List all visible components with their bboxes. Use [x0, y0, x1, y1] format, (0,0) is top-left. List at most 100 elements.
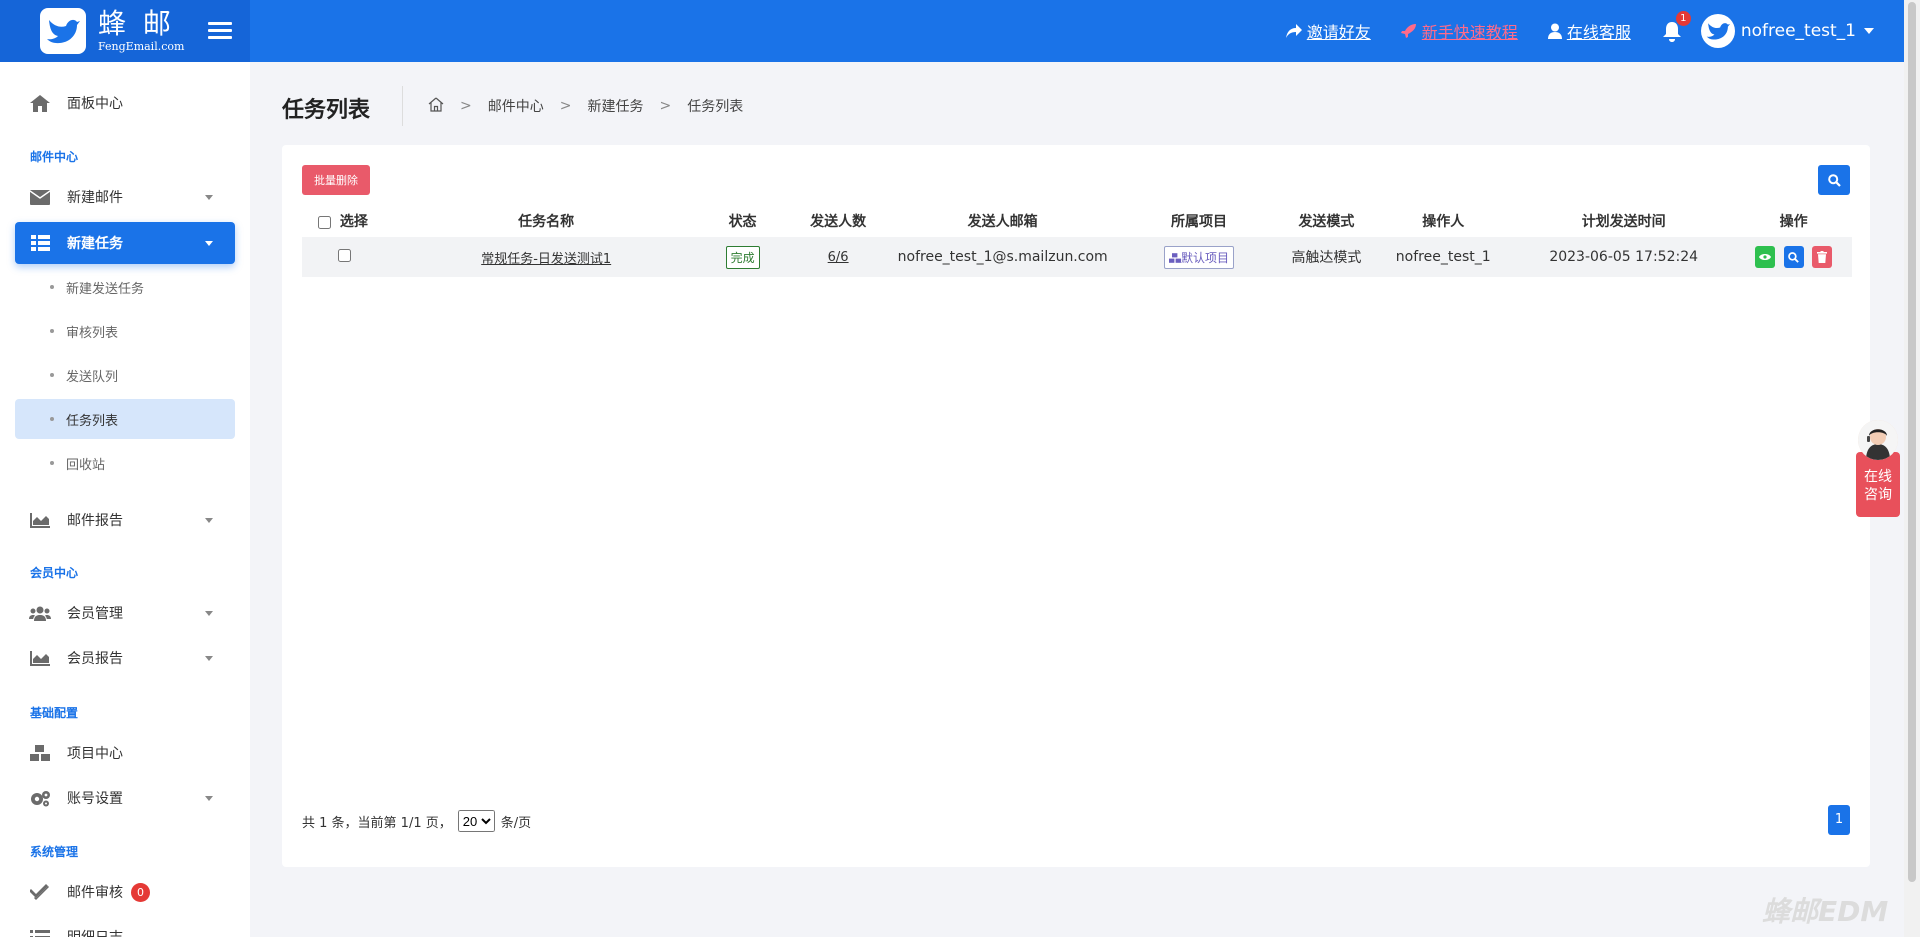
project-label: 默认项目	[1181, 250, 1230, 265]
section-title-mail: 邮件中心	[30, 150, 79, 164]
sidebar-sub-task-list[interactable]: 任务列表	[15, 399, 235, 439]
sidebar-item-member-report[interactable]: 会员报告	[15, 637, 235, 679]
breadcrumb-item[interactable]: 新建任务	[587, 96, 643, 116]
sidebar-label: 新建任务	[67, 236, 123, 252]
invite-link[interactable]: 邀请好友	[1285, 19, 1371, 43]
detail-search-button[interactable]	[1783, 246, 1804, 268]
section-title-member: 会员中心	[30, 566, 79, 580]
boxes-icon	[1169, 252, 1182, 263]
column-label: 选择	[339, 214, 368, 230]
sidebar-label: 账号设置	[67, 791, 123, 807]
table-header-row: 选择 任务名称 状态 发送人数 发送人邮箱 所属项目 发送模式 操作人 计划发送…	[302, 205, 1852, 237]
scrollbar-thumb[interactable]	[1908, 2, 1916, 882]
cogs-icon	[29, 789, 51, 807]
sidebar-sub-new-send-task[interactable]: 新建发送任务	[15, 267, 235, 307]
cell-time: 2023-06-05 17:52:24	[1549, 249, 1699, 265]
chevron-down-icon	[205, 655, 213, 661]
column-header-sender: 发送人邮箱	[967, 214, 1038, 230]
support-label: 在线客服	[1566, 23, 1631, 42]
page-number-button[interactable]: 1	[1828, 805, 1850, 835]
sidebar-item-member-manage[interactable]: 会员管理	[15, 592, 235, 634]
sidebar-label: 邮件报告	[67, 513, 123, 529]
project-tag: 默认项目	[1164, 245, 1235, 269]
cell-status: 完成	[695, 237, 791, 277]
users-icon	[29, 604, 51, 622]
support-link[interactable]: 在线客服	[1547, 19, 1631, 43]
table-row: 常规任务-日发送测试1 完成 6/6 nofree_test_1@s.mailz…	[302, 237, 1852, 277]
share-icon	[1285, 24, 1302, 38]
sidebar-item-mail-review[interactable]: 邮件审核 0	[15, 871, 235, 913]
column-header-project: 所属项目	[1171, 214, 1228, 230]
column-header-select: 选择	[302, 205, 398, 237]
home-icon	[29, 94, 51, 112]
sidebar-item-detail-log[interactable]: 明细日志	[15, 916, 235, 937]
sidebar-label: 面板中心	[67, 96, 123, 112]
vertical-scrollbar[interactable]	[1904, 0, 1920, 937]
chevron-down-icon	[205, 194, 213, 200]
sidebar-item-new-task[interactable]: 新建任务	[15, 222, 235, 264]
eye-icon	[1759, 254, 1772, 260]
sidebar-item-new-mail[interactable]: 新建邮件	[15, 176, 235, 218]
row-checkbox[interactable]	[338, 248, 351, 262]
tutorial-label: 新手快速教程	[1421, 23, 1518, 42]
logo-text: 蜂 邮 FengEmail.com	[98, 10, 184, 53]
cell-select	[302, 237, 398, 277]
view-button[interactable]	[1755, 246, 1776, 268]
sidebar-label: 邮件审核	[67, 885, 123, 901]
menu-toggle-icon[interactable]	[208, 18, 232, 42]
header-right: 邀请好友 新手快速教程 在线客服 1 nofree_test_1	[1256, 0, 1904, 62]
username: nofree_test_1	[1740, 21, 1856, 41]
task-list-card: 批量删除 选择 任务名称 状态 发送人数 发送人邮箱 所属项目 发送模式 操作人…	[282, 145, 1870, 867]
sidebar-item-dashboard[interactable]: 面板中心	[15, 82, 235, 124]
user-menu[interactable]: nofree_test_1	[1700, 14, 1874, 48]
search-button[interactable]	[1818, 165, 1850, 195]
consult-box: 在线 咨询	[1856, 452, 1900, 517]
page-title: 任务列表	[282, 98, 371, 123]
chevron-down-icon	[1864, 28, 1874, 34]
column-header-status: 状态	[728, 214, 757, 230]
task-name-link[interactable]: 常规任务-日发送测试1	[481, 252, 611, 267]
sidebar-sub-review-list[interactable]: 审核列表	[15, 311, 235, 351]
select-all-checkbox[interactable]	[318, 215, 331, 229]
online-consult-widget[interactable]: 在线 咨询	[1856, 420, 1900, 517]
tutorial-link[interactable]: 新手快速教程	[1400, 19, 1518, 43]
double-check-icon	[29, 883, 51, 901]
sidebar-item-account-settings[interactable]: 账号设置	[15, 777, 235, 819]
chevron-down-icon	[205, 795, 213, 801]
chevron-down-icon	[205, 240, 213, 246]
column-header-actions: 操作	[1779, 214, 1808, 230]
user-icon	[1547, 23, 1562, 39]
chevron-right-icon: >	[659, 98, 672, 114]
area-chart-icon	[29, 649, 51, 667]
page-size-select[interactable]: 20	[457, 810, 495, 832]
table-icon	[29, 234, 51, 252]
sidebar-sub-send-queue[interactable]: 发送队列	[15, 355, 235, 395]
consult-label: 在线	[1864, 469, 1892, 485]
rocket-icon	[1400, 24, 1416, 38]
notification-bell[interactable]: 1	[1661, 11, 1691, 42]
task-table: 选择 任务名称 状态 发送人数 发送人邮箱 所属项目 发送模式 操作人 计划发送…	[302, 205, 1852, 277]
logo-area: 蜂 邮 FengEmail.com	[0, 0, 250, 62]
delete-button[interactable]	[1812, 246, 1833, 268]
cell-project: 默认项目	[1119, 237, 1278, 277]
column-header-mode: 发送模式	[1298, 214, 1355, 230]
sidebar-label: 明细日志	[67, 927, 123, 937]
batch-delete-button[interactable]: 批量删除	[302, 165, 370, 195]
sidebar-item-project-center[interactable]: 项目中心	[15, 732, 235, 774]
mail-review-count-badge: 0	[131, 882, 150, 902]
cell-name: 常规任务-日发送测试1	[398, 237, 695, 277]
chevron-down-icon	[205, 610, 213, 616]
consult-label: 咨询	[1864, 487, 1892, 503]
send-count-link[interactable]: 6/6	[828, 250, 849, 265]
agent-avatar-icon	[1858, 420, 1898, 460]
logo-bird-icon	[40, 8, 86, 54]
sidebar-item-mail-report[interactable]: 邮件报告	[15, 499, 235, 541]
section-title-system: 系统管理	[30, 845, 79, 859]
sidebar-label: 会员管理	[67, 606, 123, 622]
cell-mode: 高触达模式	[1291, 250, 1362, 266]
home-icon[interactable]	[428, 97, 444, 116]
chevron-right-icon: >	[460, 98, 472, 114]
sidebar-sub-recycle[interactable]: 回收站	[15, 443, 235, 483]
cell-actions	[1735, 237, 1852, 277]
breadcrumb-item[interactable]: 邮件中心	[488, 96, 544, 116]
